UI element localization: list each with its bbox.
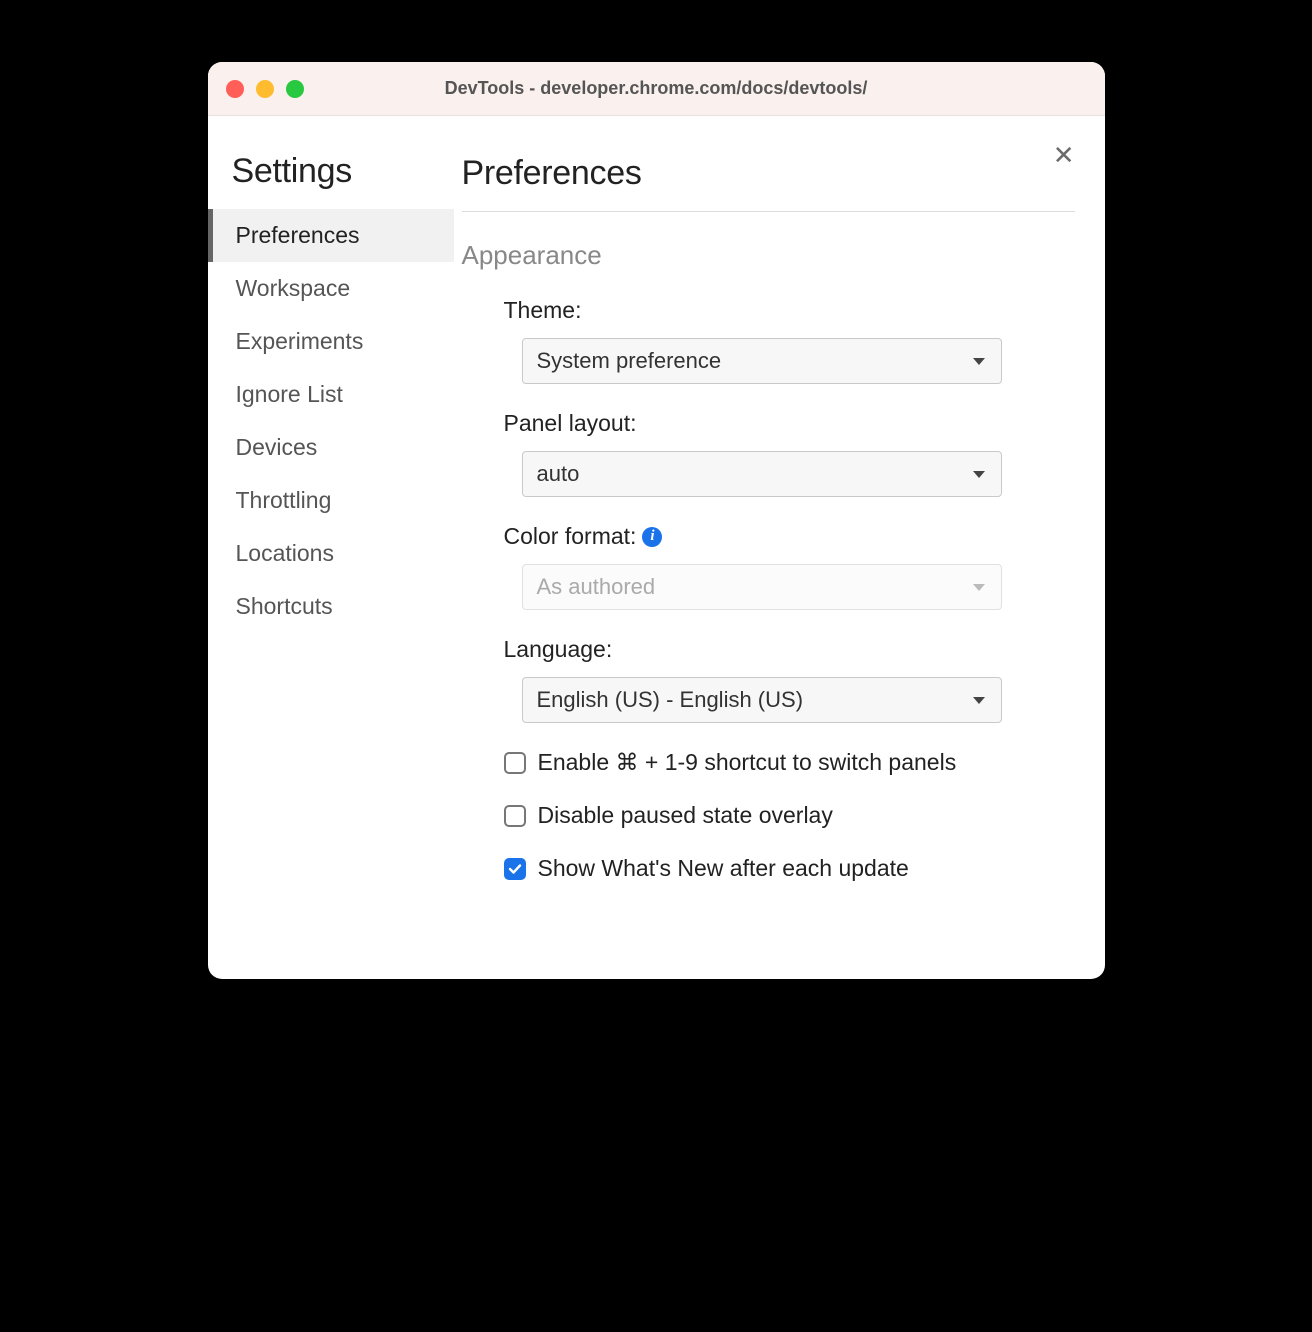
language-label: Language:: [504, 636, 1075, 663]
field-theme: Theme: System preference: [462, 297, 1075, 384]
panel-layout-label: Panel layout:: [504, 410, 1075, 437]
color-format-select-value: As authored: [537, 574, 656, 600]
theme-label: Theme:: [504, 297, 1075, 324]
sidebar-item-label: Preferences: [236, 222, 360, 248]
settings-sidebar: Settings Preferences Workspace Experimen…: [208, 116, 454, 979]
settings-content: ✕ Settings Preferences Workspace Experim…: [208, 116, 1105, 979]
sidebar-item-shortcuts[interactable]: Shortcuts: [208, 580, 454, 633]
sidebar-item-label: Locations: [236, 540, 334, 566]
field-panel-layout: Panel layout: auto: [462, 410, 1075, 497]
window-titlebar: DevTools - developer.chrome.com/docs/dev…: [208, 62, 1105, 116]
devtools-settings-window: DevTools - developer.chrome.com/docs/dev…: [208, 62, 1105, 979]
checkbox-enable-shortcut[interactable]: Enable ⌘ + 1-9 shortcut to switch panels: [462, 749, 1075, 776]
checkbox-label: Show What's New after each update: [538, 855, 909, 882]
sidebar-item-throttling[interactable]: Throttling: [208, 474, 454, 527]
panel-layout-select-value: auto: [537, 461, 580, 487]
field-language: Language: English (US) - English (US): [462, 636, 1075, 723]
sidebar-item-workspace[interactable]: Workspace: [208, 262, 454, 315]
sidebar-item-devices[interactable]: Devices: [208, 421, 454, 474]
close-icon[interactable]: ✕: [1053, 140, 1075, 171]
sidebar-item-label: Throttling: [236, 487, 332, 513]
color-format-label: Color format: i: [504, 523, 1075, 550]
sidebar-item-ignore-list[interactable]: Ignore List: [208, 368, 454, 421]
chevron-down-icon: [973, 358, 985, 365]
sidebar-item-label: Shortcuts: [236, 593, 333, 619]
sidebar-title: Settings: [208, 152, 454, 209]
color-format-select: As authored: [522, 564, 1002, 610]
language-select-value: English (US) - English (US): [537, 687, 804, 713]
checkbox-show-whats-new[interactable]: Show What's New after each update: [462, 855, 1075, 882]
checkbox-icon: [504, 805, 526, 827]
theme-select[interactable]: System preference: [522, 338, 1002, 384]
sidebar-item-locations[interactable]: Locations: [208, 527, 454, 580]
checkbox-label: Disable paused state overlay: [538, 802, 833, 829]
sidebar-item-preferences[interactable]: Preferences: [208, 209, 454, 262]
chevron-down-icon: [973, 584, 985, 591]
field-color-format: Color format: i As authored: [462, 523, 1075, 610]
theme-select-value: System preference: [537, 348, 722, 374]
sidebar-item-label: Experiments: [236, 328, 364, 354]
language-select[interactable]: English (US) - English (US): [522, 677, 1002, 723]
checkbox-icon: [504, 752, 526, 774]
panel-layout-select[interactable]: auto: [522, 451, 1002, 497]
minimize-window-icon[interactable]: [256, 80, 274, 98]
window-title: DevTools - developer.chrome.com/docs/dev…: [224, 78, 1089, 99]
traffic-lights: [226, 80, 304, 98]
sidebar-item-label: Workspace: [236, 275, 351, 301]
checkbox-label: Enable ⌘ + 1-9 shortcut to switch panels: [538, 749, 957, 776]
sidebar-item-label: Devices: [236, 434, 318, 460]
sidebar-item-label: Ignore List: [236, 381, 343, 407]
color-format-label-text: Color format:: [504, 523, 637, 550]
sidebar-item-experiments[interactable]: Experiments: [208, 315, 454, 368]
chevron-down-icon: [973, 697, 985, 704]
info-icon[interactable]: i: [642, 527, 662, 547]
zoom-window-icon[interactable]: [286, 80, 304, 98]
chevron-down-icon: [973, 471, 985, 478]
section-appearance: Appearance: [462, 240, 1075, 271]
settings-main: Preferences Appearance Theme: System pre…: [454, 116, 1105, 979]
checkbox-icon: [504, 858, 526, 880]
checkbox-disable-paused-overlay[interactable]: Disable paused state overlay: [462, 802, 1075, 829]
page-title: Preferences: [462, 154, 1075, 212]
close-window-icon[interactable]: [226, 80, 244, 98]
